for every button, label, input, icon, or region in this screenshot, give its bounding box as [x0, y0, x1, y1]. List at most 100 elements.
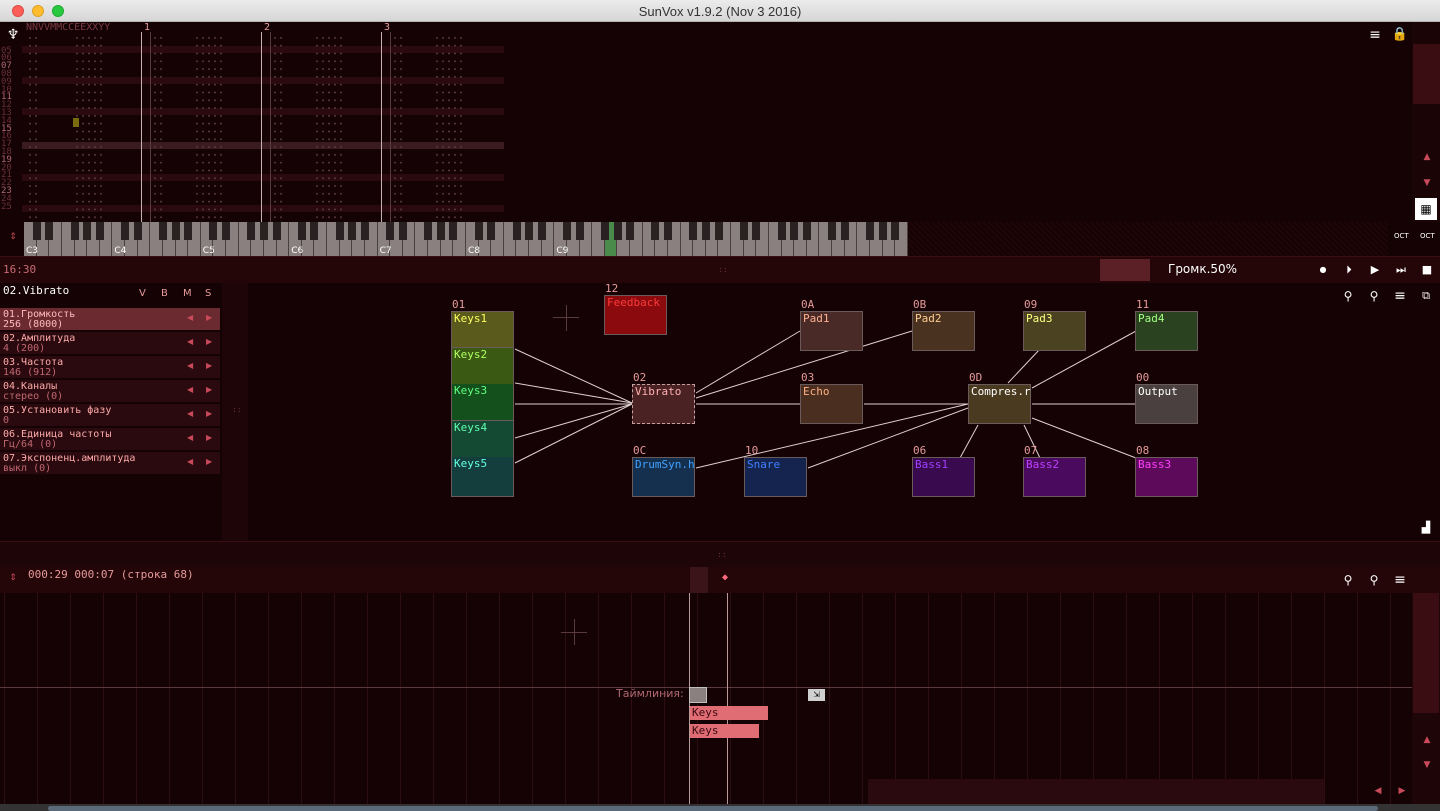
- scroll-up-icon[interactable]: ▲: [1419, 152, 1435, 162]
- visual-toggle[interactable]: V: [139, 288, 146, 299]
- scroll-right-icon[interactable]: ▶: [1394, 786, 1410, 796]
- piano-black-key[interactable]: [512, 222, 521, 240]
- menu-icon[interactable]: ≡: [1364, 24, 1386, 46]
- add-module-icon[interactable]: ⚲: [1363, 285, 1385, 307]
- piano-black-key[interactable]: [70, 222, 79, 240]
- piano-black-key[interactable]: [449, 222, 458, 240]
- pattern-scrollbar[interactable]: [1413, 44, 1440, 104]
- controller-row[interactable]: 01.Громкость 256 (8000) ◀ ▶: [0, 308, 220, 330]
- qr-code-icon[interactable]: ▦: [1415, 198, 1437, 220]
- module-snare[interactable]: 10 Snare: [744, 444, 807, 497]
- scroll-left-icon[interactable]: ◀: [1370, 786, 1386, 796]
- module-vibrato[interactable]: 02 Vibrato: [632, 371, 695, 424]
- note-cell[interactable]: [73, 118, 79, 127]
- controller-row[interactable]: 05.Установить фазу 0 ◀ ▶: [0, 404, 220, 426]
- increase-icon[interactable]: ▶: [206, 457, 212, 466]
- piano-black-key[interactable]: [424, 222, 433, 240]
- timeline-horizontal-scrollbar[interactable]: [868, 779, 1324, 804]
- piano-black-key[interactable]: [209, 222, 218, 240]
- decrease-icon[interactable]: ◀: [187, 385, 193, 394]
- piano-black-key[interactable]: [32, 222, 41, 240]
- piano-black-key[interactable]: [600, 222, 609, 240]
- piano-black-key[interactable]: [474, 222, 483, 240]
- piano-black-key[interactable]: [436, 222, 445, 240]
- decrease-icon[interactable]: ◀: [187, 433, 193, 442]
- piano-black-key[interactable]: [487, 222, 496, 240]
- play-from-start-button[interactable]: ⏭: [1390, 259, 1412, 281]
- piano-black-key[interactable]: [259, 222, 268, 240]
- module-menu-icon[interactable]: ≡: [1389, 285, 1411, 307]
- piano-black-key[interactable]: [575, 222, 584, 240]
- zoom-out-icon[interactable]: ⚲: [1337, 285, 1359, 307]
- controller-row[interactable]: 07.Экспоненц.амплитуда выкл (0) ◀ ▶: [0, 452, 220, 474]
- piano-black-key[interactable]: [360, 222, 369, 240]
- piano-black-key[interactable]: [840, 222, 849, 240]
- piano-black-key[interactable]: [310, 222, 319, 240]
- piano-black-key[interactable]: [537, 222, 546, 240]
- piano-black-key[interactable]: [222, 222, 231, 240]
- piano-black-key[interactable]: [701, 222, 710, 240]
- piano-black-key[interactable]: [613, 222, 622, 240]
- bypass-toggle[interactable]: B: [161, 288, 168, 299]
- pattern-block[interactable]: Keys: [690, 706, 768, 720]
- piano-black-key[interactable]: [184, 222, 193, 240]
- module-pad1[interactable]: 0A Pad1: [800, 298, 863, 351]
- decrease-icon[interactable]: ◀: [187, 457, 193, 466]
- controller-row[interactable]: 06.Единица частоты Гц/64 (0) ◀ ▶: [0, 428, 220, 450]
- increase-icon[interactable]: ▶: [206, 385, 212, 394]
- increase-icon[interactable]: ▶: [206, 361, 212, 370]
- piano-black-key[interactable]: [739, 222, 748, 240]
- piano-black-key[interactable]: [752, 222, 761, 240]
- expand-icon[interactable]: ⧉: [1415, 285, 1437, 307]
- piano-black-key[interactable]: [525, 222, 534, 240]
- keyboard-scroll-icon[interactable]: ⇕: [5, 232, 21, 242]
- piano-black-key[interactable]: [171, 222, 180, 240]
- timeline-end-marker-icon[interactable]: ⇲: [808, 689, 825, 701]
- timeline-zoom-in-icon[interactable]: ⚲: [1363, 569, 1385, 591]
- decrease-icon[interactable]: ◀: [187, 337, 193, 346]
- piano-black-key[interactable]: [563, 222, 572, 240]
- piano-keyboard[interactable]: C3 C4 C5 C6 C7 C8 C9: [24, 222, 908, 256]
- module-output[interactable]: 00 Output: [1135, 371, 1198, 424]
- module-drumsynth[interactable]: 0C DrumSyn.h: [632, 444, 695, 497]
- module-echo[interactable]: 03 Echo: [800, 371, 863, 424]
- octave-down-icon[interactable]: OCT: [1420, 232, 1435, 240]
- piano-black-key[interactable]: [626, 222, 635, 240]
- decrease-icon[interactable]: ◀: [187, 361, 193, 370]
- piano-black-key[interactable]: [247, 222, 256, 240]
- piano-black-key[interactable]: [45, 222, 54, 240]
- module-keys1[interactable]: 01 Keys1: [451, 298, 514, 348]
- controller-row[interactable]: 02.Амплитуда 4 (200) ◀ ▶: [0, 332, 220, 354]
- module-pad2[interactable]: 0B Pad2: [912, 298, 975, 351]
- play-pattern-button[interactable]: ⏵: [1338, 259, 1360, 281]
- module-keys4[interactable]: Keys4: [451, 421, 514, 458]
- piano-black-key[interactable]: [777, 222, 786, 240]
- timeline-scroll-icon[interactable]: ⇕: [5, 573, 21, 583]
- module-keys5[interactable]: Keys5: [451, 457, 514, 497]
- timeline-splitter[interactable]: ::: [0, 541, 1440, 567]
- timeline-menu-icon[interactable]: ≡: [1389, 569, 1411, 591]
- timeline-zoom-out-icon[interactable]: ⚲: [1337, 569, 1359, 591]
- piano-black-key[interactable]: [348, 222, 357, 240]
- lock-icon[interactable]: 🔒: [1389, 24, 1411, 46]
- piano-black-key[interactable]: [891, 222, 900, 240]
- playhead-marker-icon[interactable]: ◆: [722, 572, 728, 583]
- piano-black-key[interactable]: [297, 222, 306, 240]
- module-pad3[interactable]: 09 Pad3: [1023, 298, 1086, 351]
- level-meter-icon[interactable]: ▟: [1415, 517, 1437, 539]
- timeline-scrollbar[interactable]: [1412, 593, 1440, 804]
- piano-black-key[interactable]: [802, 222, 811, 240]
- piano-black-key[interactable]: [133, 222, 142, 240]
- record-button[interactable]: ●: [1312, 259, 1334, 281]
- module-keys3[interactable]: Keys3: [451, 384, 514, 421]
- decrease-icon[interactable]: ◀: [187, 409, 193, 418]
- increase-icon[interactable]: ▶: [206, 337, 212, 346]
- decrease-icon[interactable]: ◀: [187, 313, 193, 322]
- pattern-editor[interactable]: NNVVMMCCEEXXYY 1 2 3 05 06 07 08 09 10 11 12 13 1…: [0, 22, 1412, 222]
- piano-black-key[interactable]: [83, 222, 92, 240]
- timeline-scroll-down-icon[interactable]: ▼: [1419, 760, 1435, 770]
- volume-slider[interactable]: [1100, 259, 1150, 281]
- solo-toggle[interactable]: S: [205, 288, 211, 299]
- piano-black-key[interactable]: [386, 222, 395, 240]
- controller-row[interactable]: 04.Каналы стерео (0) ◀ ▶: [0, 380, 220, 402]
